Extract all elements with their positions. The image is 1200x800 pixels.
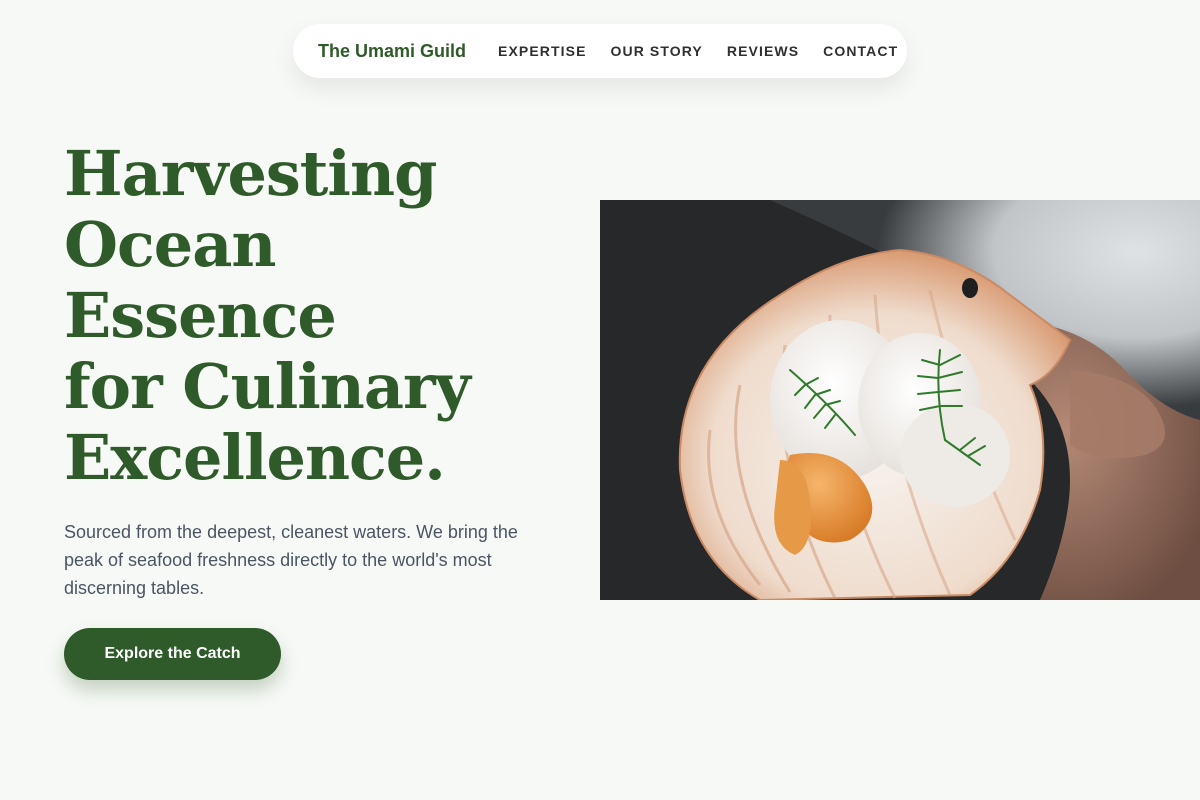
shell-mark <box>962 278 978 298</box>
nav-link-contact[interactable]: CONTACT <box>823 43 898 59</box>
brand-logo-text[interactable]: The Umami Guild <box>318 41 466 62</box>
hero-headline-line: Harvesting <box>64 137 437 210</box>
scallop-photo-illustration <box>600 200 1200 600</box>
scallop-meat <box>900 403 1010 507</box>
nav-links: EXPERTISE OUR STORY REVIEWS CONTACT <box>498 43 898 59</box>
nav-link-expertise[interactable]: EXPERTISE <box>498 43 586 59</box>
nav-link-our-story[interactable]: OUR STORY <box>611 43 703 59</box>
hero-headline-line: Excellence. <box>64 421 446 494</box>
hero-headline: Harvesting Ocean Essence for Culinary Ex… <box>64 138 584 493</box>
hero-headline-line: Ocean <box>64 208 276 281</box>
hero-headline-line: for Culinary <box>64 350 471 423</box>
hero-scallop-image <box>600 200 1200 600</box>
hero-subcopy: Sourced from the deepest, cleanest water… <box>64 522 518 598</box>
top-navigation: The Umami Guild EXPERTISE OUR STORY REVI… <box>293 24 907 78</box>
nav-link-reviews[interactable]: REVIEWS <box>727 43 799 59</box>
explore-catch-button[interactable]: Explore the Catch <box>64 628 281 680</box>
hero-headline-line: Essence <box>64 279 337 352</box>
